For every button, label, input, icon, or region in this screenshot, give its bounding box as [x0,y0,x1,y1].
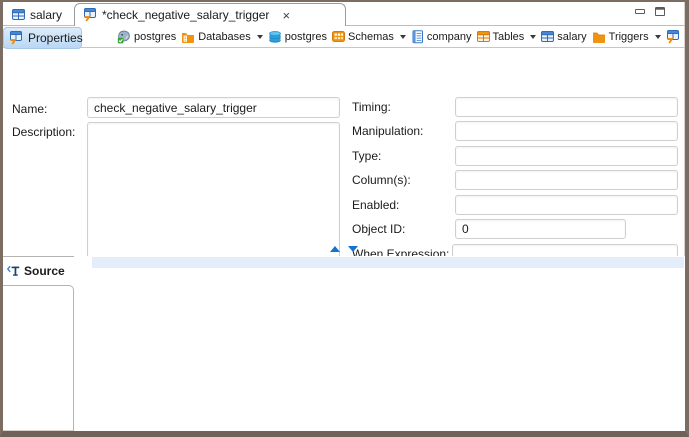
chevron-down-icon[interactable] [400,35,406,39]
breadcrumb-item-connection[interactable]: postgres [117,30,176,44]
chevron-down-icon[interactable] [530,35,536,39]
type-field[interactable] [455,146,678,166]
editor-tabbar: salary *check_negative_salary_trigger × [3,2,685,26]
minimize-icon[interactable] [635,7,645,16]
breadcrumb-item-schema[interactable]: company [411,30,472,44]
tabstrip-filler [3,285,74,431]
postgres-connection-icon [117,30,131,44]
timing-label: Timing: [352,100,391,114]
splitter-sash[interactable] [3,242,685,255]
enabled-label: Enabled: [352,198,399,212]
tab-source[interactable]: Source [3,256,74,285]
source-tabstrip: Source [3,256,74,431]
schemas-folder-icon [332,30,345,43]
table-icon [541,30,554,43]
tab-salary-label: salary [30,8,62,22]
type-label: Type: [352,149,381,163]
chevron-down-icon[interactable] [257,35,263,39]
trigger-icon [83,8,97,22]
breadcrumb-item-triggers[interactable]: Triggers [592,30,661,44]
breadcrumb-item-database[interactable]: postgres [268,30,327,44]
tab-properties[interactable]: Properties [3,27,82,49]
schema-icon [411,30,424,44]
manipulation-field[interactable] [455,121,678,141]
maximize-icon[interactable] [655,7,665,16]
object-id-label: Object ID: [352,222,405,236]
breadcrumb-item-trigger[interactable]: salary [666,30,683,44]
table-icon [12,8,25,21]
breadcrumb: postgres Databases postgres Schemas [117,26,683,47]
name-label: Name: [12,102,47,116]
name-field[interactable] [87,97,340,118]
chevron-down-icon[interactable] [655,35,661,39]
databases-folder-icon [181,30,195,44]
collapse-up-icon[interactable] [330,246,340,252]
enabled-field[interactable] [455,195,678,215]
source-section: Source [3,256,685,431]
description-label: Description: [12,125,75,139]
close-icon[interactable]: × [282,9,290,22]
breadcrumb-item-databases[interactable]: Databases [181,30,263,44]
tables-folder-icon [477,30,490,43]
manipulation-label: Manipulation: [352,124,423,138]
source-icon [7,264,20,278]
trigger-icon [9,31,23,45]
database-icon [268,30,282,44]
tab-check-negative-salary-trigger[interactable]: *check_negative_salary_trigger × [74,3,346,26]
columns-label: Column(s): [352,173,411,187]
current-line-highlight [92,257,684,268]
timing-field[interactable] [455,97,678,117]
collapse-down-icon[interactable] [348,246,358,252]
tab-properties-label: Properties [28,31,83,45]
breadcrumb-item-table[interactable]: salary [541,30,586,43]
properties-toolbar: Properties postgres Databases postgres [3,26,685,48]
tab-trigger-label: *check_negative_salary_trigger [102,8,269,22]
app-window: salary *check_negative_salary_trigger × … [0,0,689,437]
editor-ruler [74,256,92,431]
triggers-folder-icon [592,30,606,44]
trigger-icon [666,30,680,44]
breadcrumb-item-tables[interactable]: Tables [477,30,537,43]
columns-field[interactable] [455,170,678,190]
tab-source-label: Source [24,264,65,278]
sql-source-editor[interactable] [74,256,685,431]
breadcrumb-item-schemas[interactable]: Schemas [332,30,406,43]
object-id-field[interactable] [455,219,626,239]
trigger-properties-form: Name: Description: Timing: Manipulation:… [3,47,685,247]
tab-salary[interactable]: salary [3,4,74,25]
